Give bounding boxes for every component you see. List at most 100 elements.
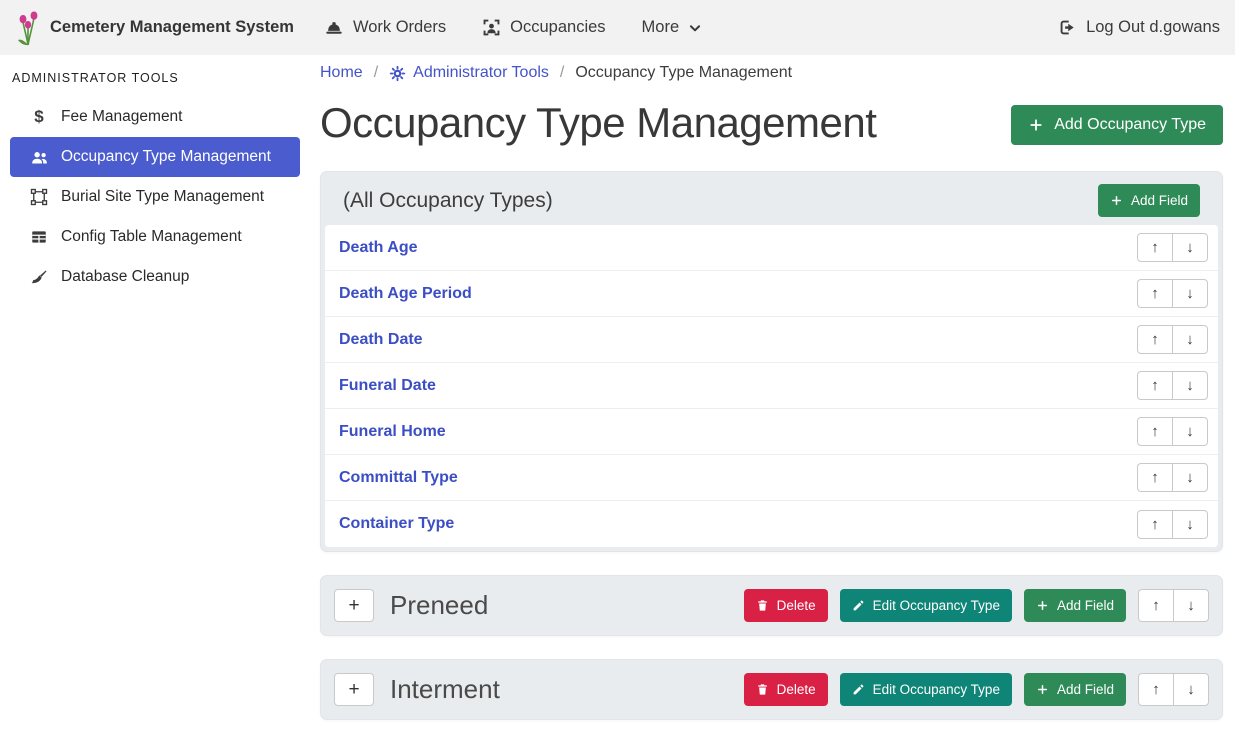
breadcrumb-admin-tools-link[interactable]: Administrator Tools — [389, 64, 549, 82]
field-row-death-date: Death Date ↑ ↓ — [325, 317, 1218, 363]
pencil-icon — [852, 683, 865, 696]
field-row-container-type: Container Type ↑ ↓ — [325, 501, 1218, 547]
add-field-button[interactable]: Add Field — [1024, 673, 1126, 706]
reorder-group: ↑ ↓ — [1137, 371, 1208, 400]
move-up-button[interactable]: ↑ — [1137, 371, 1173, 400]
page-title: Occupancy Type Management — [320, 100, 876, 146]
pencil-icon — [852, 599, 865, 612]
move-up-button[interactable]: ↑ — [1137, 325, 1173, 354]
field-link[interactable]: Death Date — [339, 331, 423, 349]
move-down-button[interactable]: ↓ — [1172, 233, 1208, 262]
plus-icon — [1110, 194, 1123, 207]
broom-icon — [28, 268, 50, 287]
sidebar-heading: ADMINISTRATOR TOOLS — [0, 55, 310, 97]
move-down-button[interactable]: ↓ — [1173, 673, 1209, 706]
main-content: Home / — [320, 55, 1223, 720]
nav-item-occupancies[interactable]: Occupancies — [482, 18, 605, 37]
move-up-button[interactable]: ↑ — [1137, 510, 1173, 539]
sidebar-item-burial-site-type-management[interactable]: Burial Site Type Management — [10, 177, 300, 217]
reorder-group: ↑ ↓ — [1137, 510, 1208, 539]
add-field-label: Add Field — [1057, 598, 1114, 613]
brand[interactable]: Cemetery Management System — [15, 10, 294, 46]
sidebar-item-database-cleanup[interactable]: Database Cleanup — [10, 257, 300, 297]
expand-button[interactable]: + — [334, 589, 374, 622]
breadcrumb: Home / — [320, 55, 1223, 82]
field-link[interactable]: Committal Type — [339, 469, 458, 487]
section-preneed: + Preneed Delete Edit — [320, 575, 1223, 636]
users-icon — [28, 148, 50, 167]
add-field-label: Add Field — [1057, 682, 1114, 697]
breadcrumb-separator: / — [560, 64, 564, 82]
field-link[interactable]: Funeral Home — [339, 423, 446, 441]
field-link[interactable]: Container Type — [339, 515, 454, 533]
plus-icon — [1036, 599, 1049, 612]
field-link[interactable]: Funeral Date — [339, 377, 436, 395]
reorder-group: ↑ ↓ — [1137, 417, 1208, 446]
section-actions: Delete Edit Occupancy Type Add Field ↑ — [744, 589, 1209, 622]
sidebar-item-label: Burial Site Type Management — [61, 188, 264, 206]
sidebar-item-fee-management[interactable]: $ Fee Management — [10, 97, 300, 137]
move-up-button[interactable]: ↑ — [1137, 463, 1173, 492]
delete-label: Delete — [777, 598, 816, 613]
move-up-button[interactable]: ↑ — [1137, 279, 1173, 308]
all-occupancy-types-card: (All Occupancy Types) Add Field Death Ag… — [320, 171, 1223, 552]
sidebar-item-occupancy-type-management[interactable]: Occupancy Type Management — [10, 137, 300, 177]
move-up-button[interactable]: ↑ — [1137, 233, 1173, 262]
move-up-button[interactable]: ↑ — [1137, 417, 1173, 446]
logout-button[interactable]: Log Out d.gowans — [1058, 18, 1220, 37]
edit-occupancy-type-button[interactable]: Edit Occupancy Type — [840, 673, 1012, 706]
breadcrumb-current: Occupancy Type Management — [575, 64, 792, 82]
tulip-logo-icon — [15, 10, 41, 46]
field-row-funeral-home: Funeral Home ↑ ↓ — [325, 409, 1218, 455]
delete-button[interactable]: Delete — [744, 673, 828, 706]
delete-button[interactable]: Delete — [744, 589, 828, 622]
reorder-group: ↑ ↓ — [1137, 233, 1208, 262]
move-down-button[interactable]: ↓ — [1172, 279, 1208, 308]
title-row: Occupancy Type Management Add Occupancy … — [320, 100, 1223, 146]
move-down-button[interactable]: ↓ — [1173, 589, 1209, 622]
nav-item-work-orders[interactable]: Work Orders — [324, 18, 446, 38]
edit-occupancy-type-button[interactable]: Edit Occupancy Type — [840, 589, 1012, 622]
move-down-button[interactable]: ↓ — [1172, 510, 1208, 539]
trash-icon — [756, 599, 769, 612]
sidebar-item-label: Fee Management — [61, 108, 183, 126]
hard-hat-icon — [324, 18, 344, 38]
field-list: Death Age ↑ ↓ Death Age Period ↑ ↓ Death… — [325, 225, 1218, 547]
table-icon — [28, 228, 50, 246]
nav-label: More — [642, 18, 680, 37]
move-down-button[interactable]: ↓ — [1172, 371, 1208, 400]
move-down-button[interactable]: ↓ — [1172, 325, 1208, 354]
breadcrumb-admin-tools-label: Administrator Tools — [413, 64, 549, 82]
nav-label: Work Orders — [353, 18, 446, 37]
nav-item-more[interactable]: More — [642, 18, 703, 37]
breadcrumb-home-link[interactable]: Home — [320, 64, 363, 82]
field-link[interactable]: Death Age Period — [339, 285, 472, 303]
trash-icon — [756, 683, 769, 696]
field-link[interactable]: Death Age — [339, 239, 418, 257]
sidebar-item-label: Database Cleanup — [61, 268, 189, 286]
add-occupancy-type-button[interactable]: Add Occupancy Type — [1011, 105, 1223, 145]
field-row-committal-type: Committal Type ↑ ↓ — [325, 455, 1218, 501]
plus-icon — [1036, 683, 1049, 696]
field-row-death-age: Death Age ↑ ↓ — [325, 225, 1218, 271]
plus-icon — [1028, 117, 1044, 133]
logout-icon — [1058, 18, 1077, 37]
add-field-button[interactable]: Add Field — [1098, 184, 1200, 217]
section-title: Preneed — [390, 590, 488, 621]
sidebar: ADMINISTRATOR TOOLS $ Fee Management Occ… — [0, 55, 310, 297]
section-interment: + Interment Delete Edi — [320, 659, 1223, 720]
move-down-button[interactable]: ↓ — [1172, 463, 1208, 492]
move-down-button[interactable]: ↓ — [1172, 417, 1208, 446]
add-field-button[interactable]: Add Field — [1024, 589, 1126, 622]
expand-button[interactable]: + — [334, 673, 374, 706]
move-up-button[interactable]: ↑ — [1138, 589, 1174, 622]
edit-occupancy-type-label: Edit Occupancy Type — [873, 598, 1000, 613]
reorder-group: ↑ ↓ — [1137, 325, 1208, 354]
dollar-icon: $ — [28, 107, 50, 127]
sidebar-item-config-table-management[interactable]: Config Table Management — [10, 217, 300, 257]
sidebar-item-label: Occupancy Type Management — [61, 148, 271, 166]
logout-label: Log Out d.gowans — [1086, 18, 1220, 37]
reorder-group: ↑ ↓ — [1137, 463, 1208, 492]
section-title: Interment — [390, 674, 500, 705]
move-up-button[interactable]: ↑ — [1138, 673, 1174, 706]
